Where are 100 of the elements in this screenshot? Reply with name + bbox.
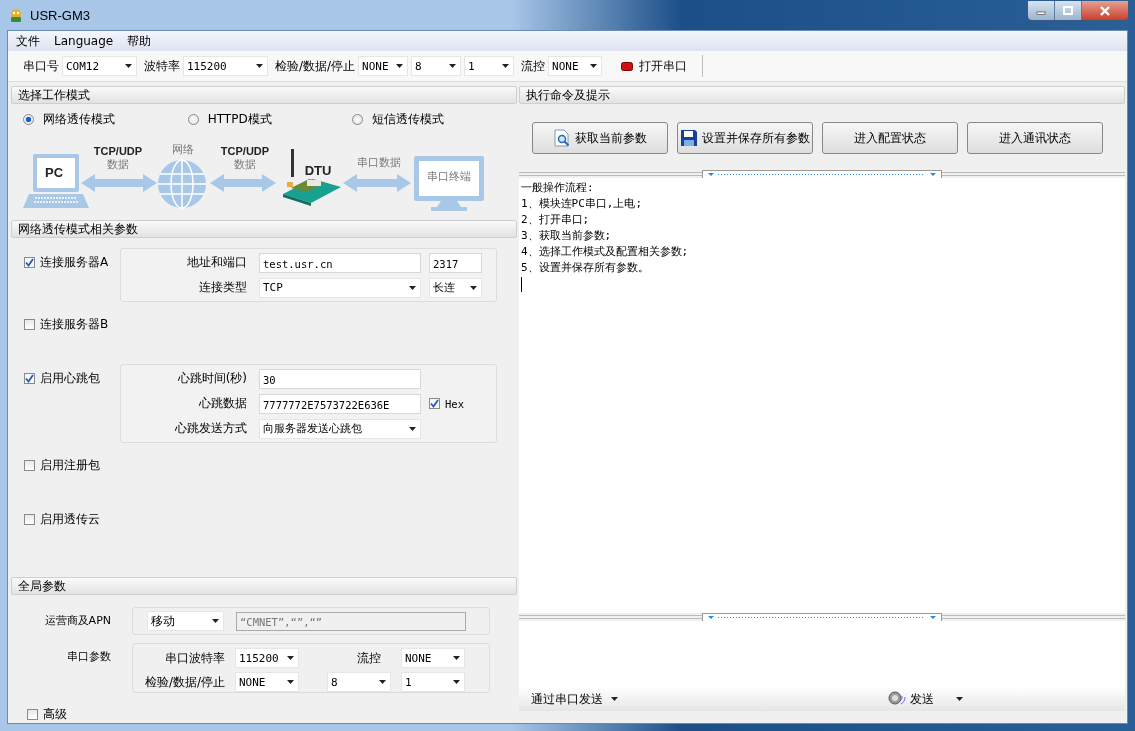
field-label: 检验/数据/停止 [143,674,225,691]
caret-icon [956,697,963,701]
diagram-label: TCP/UDP [220,145,270,157]
log-line: 3、获取当前参数; [521,228,613,244]
diagram-label: 串口数据 [357,156,401,168]
maximize-button[interactable] [1055,1,1082,20]
radio-label: HTTPD模式 [207,110,272,128]
command-button[interactable]: 进入配置状态 [822,122,958,154]
minimize-button[interactable] [1028,1,1055,20]
double-arrow-icon [210,174,276,192]
radio-button[interactable] [352,113,364,125]
text-field[interactable]: 30 [259,368,421,389]
diagram-label: 数据 [234,158,256,170]
section-header: 执行命令及提示 [519,86,1125,104]
dropdown[interactable]: TCP [259,277,421,298]
log-area[interactable]: 一般操作流程: 1、模块连PC串口,上电; 2、打开串口; 3、获取当前参数; 4、选择工作模式及配置相关参数; 5、设置并保存所有参数。 [519,178,1125,613]
radio-button[interactable] [187,113,199,125]
caret-icon [453,656,460,660]
caret-icon [502,64,510,68]
double-arrow-icon [81,174,157,192]
checkbox-label: 连接服务器A [40,254,109,271]
field-label: 串口波特率 [164,650,225,667]
dropdown[interactable]: 长连 [429,277,482,298]
section-header: 选择工作模式 [11,86,517,104]
caret-icon [287,656,294,660]
dropdown[interactable]: 向服务器发送心跳包 [259,418,421,439]
flow-dropdown[interactable]: NONE [548,56,603,76]
field-label: 连接类型 [198,279,248,296]
checkbox[interactable] [24,257,35,268]
checkbox-label: Hex [445,397,464,410]
caret-icon [125,64,132,68]
apn-field: “CMNET”,“”,“” [236,611,466,631]
send-input-area[interactable] [519,621,1125,687]
field-label: 心跳时间(秒) [176,370,248,387]
globe-icon [157,159,207,209]
section-header: 网络透传模式相关参数 [11,220,517,238]
checkbox[interactable] [24,514,35,525]
port-dropdown[interactable]: COM12 [62,56,137,76]
field-label: 心跳数据 [198,395,248,412]
log-line: 一般操作流程: [521,180,595,196]
radio-button[interactable] [23,113,34,125]
checkbox-label: 连接服务器B [40,316,109,333]
double-arrow-icon [343,174,411,192]
send-mode-dropdown[interactable]: 通过串口发送 [529,690,620,708]
caret-icon [379,680,386,684]
baud-dropdown[interactable]: 115200 [183,56,268,76]
checkbox[interactable] [24,319,35,330]
checkbox-label: 启用心跳包 [40,370,100,387]
radio-label: 网络透传模式 [43,110,115,128]
field-label: 流控 [357,650,382,667]
caret-icon [409,285,416,290]
log-line: 2、打开串口; [521,212,591,228]
dropdown[interactable]: NONE [401,648,465,668]
text-field[interactable]: 2317 [429,252,482,273]
text-field[interactable]: test.usr.cn [259,252,421,273]
dropdown[interactable]: 115200 [235,648,299,668]
close-icon [1099,5,1111,16]
caret-icon [590,64,598,68]
checkbox[interactable] [27,709,38,720]
indicator-icon [621,61,634,71]
laptop-icon [23,154,89,208]
radio-label: 短信透传模式 [372,110,445,128]
field-label: 运营商及APN [43,613,112,628]
diagram-label: 网络 [172,143,194,155]
caret-icon [453,680,460,684]
checkbox[interactable] [429,398,440,409]
command-button[interactable]: 设置并保存所有参数 [677,122,813,154]
checkbox[interactable] [24,373,35,384]
circuit-board-icon [283,149,341,206]
caret-icon [287,680,294,684]
dropdown[interactable]: NONE [235,672,299,692]
dropdown[interactable]: 1 [401,672,465,692]
send-button[interactable]: 发送 [886,690,965,708]
log-line: 5、设置并保存所有参数。 [521,260,650,276]
save-icon [680,129,698,147]
command-button[interactable]: 进入通讯状态 [967,122,1103,154]
dropdown[interactable]: 1 [464,56,515,76]
caret-icon [396,64,404,68]
field-label: 地址和端口 [186,254,248,271]
text-field[interactable]: 7777772E7573722E636E [259,393,421,414]
menu-item[interactable]: 帮助 [121,32,160,50]
app-icon [8,7,24,23]
diagram-label: PC [44,165,64,180]
dropdown[interactable]: 8 [327,672,391,692]
dropdown[interactable]: 8 [411,56,462,76]
open-port-button[interactable]: 打开串口 [617,55,692,77]
checkbox[interactable] [24,460,35,471]
text-cursor [521,277,522,292]
checkbox-label: 高级 [43,706,67,723]
dropdown[interactable]: NONE [358,56,409,76]
log-line: 4、选择工作模式及配置相关参数; [521,244,690,260]
menu-item[interactable]: 文件 [10,32,48,50]
menu-item[interactable]: Language [48,34,122,48]
caret-icon [611,697,618,701]
command-button[interactable]: 获取当前参数 [532,122,668,154]
caret-icon [256,64,263,68]
close-button[interactable] [1082,1,1128,20]
toolbar-label: 波特率 [144,57,180,75]
diagram-label: 串口终端 [427,170,471,182]
field-label: 心跳发送方式 [174,420,248,437]
